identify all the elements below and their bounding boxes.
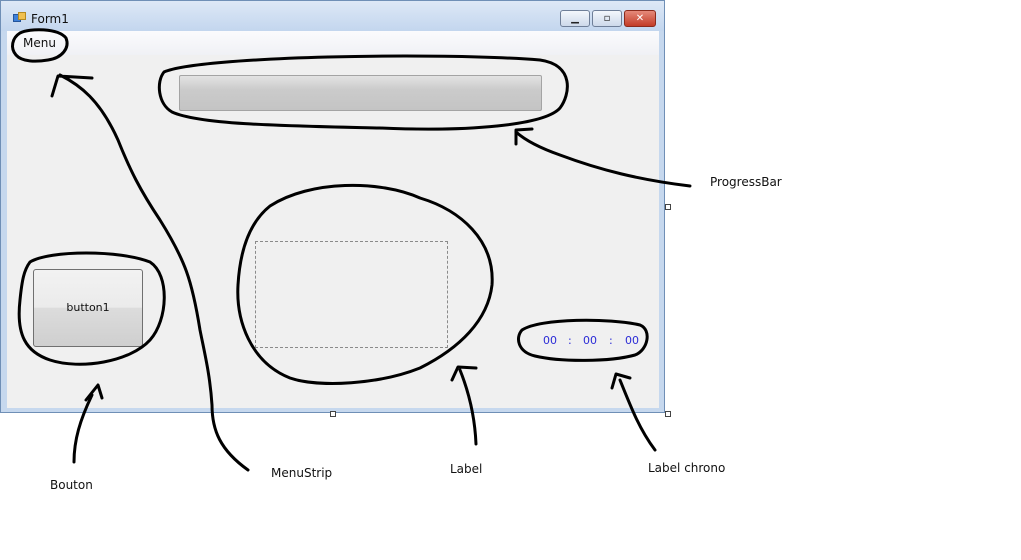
label-arrow [450,365,478,446]
chrono-arrow [610,372,657,452]
annotation-menustrip: MenuStrip [271,466,333,480]
annotation-bouton: Bouton [50,478,93,492]
progressbar-circle [157,54,569,131]
annotation-progressbar: ProgressBar [710,175,782,189]
menustrip-arrow [50,73,250,472]
menu-circle [11,28,69,63]
annotation-label-chrono: Label chrono [648,461,726,475]
annotation-label: Label [450,462,483,476]
annotation-ink [11,28,692,472]
progressbar-arrow [514,127,692,188]
label-circle [236,183,494,385]
chrono-circle [517,318,649,362]
bouton-arrow [72,383,104,464]
button-circle [17,251,166,366]
